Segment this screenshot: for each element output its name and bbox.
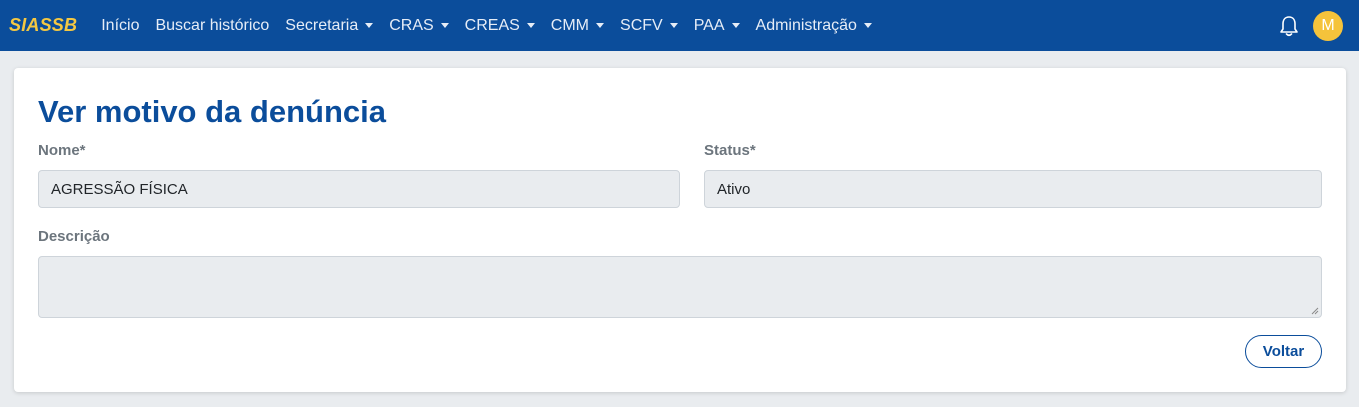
nav-item-administração[interactable]: Administração	[756, 17, 872, 35]
top-navbar: SIASSB Início Buscar histórico Secretaria C…	[0, 0, 1359, 51]
chevron-down-icon	[669, 23, 678, 28]
nav-item-label: CMM	[550, 16, 590, 34]
bell-icon[interactable]	[1279, 15, 1299, 37]
chevron-down-icon	[863, 23, 872, 28]
nav-item-secretaria[interactable]: Secretaria	[285, 16, 374, 35]
chevron-down-icon	[596, 23, 605, 28]
descricao-label: Descrição	[38, 228, 110, 245]
resize-handle-icon[interactable]	[1311, 307, 1319, 315]
nav-item-label: CRAS	[389, 16, 434, 34]
page-title: Ver motivo da denúncia	[38, 94, 386, 129]
status-field[interactable]: Ativo	[704, 170, 1322, 208]
nav-item-label: Início	[101, 16, 140, 34]
status-label: Status*	[704, 142, 756, 159]
nome-field[interactable]: AGRESSÃO FÍSICA	[38, 170, 680, 208]
nav-menu: Início Buscar histórico Secretaria CRAS CREA…	[101, 17, 888, 35]
nav-item-label: Buscar histórico	[155, 16, 270, 34]
nav-item-scfv[interactable]: SCFV	[620, 17, 678, 35]
nav-item-início[interactable]: Início	[101, 17, 139, 35]
chevron-down-icon	[365, 23, 374, 28]
nav-right: M	[1279, 10, 1359, 41]
descricao-textarea[interactable]	[38, 256, 1322, 318]
nav-item-creas[interactable]: CREAS	[465, 17, 535, 35]
chevron-down-icon	[526, 23, 535, 28]
nav-item-label: PAA	[693, 16, 725, 34]
user-avatar[interactable]: M	[1313, 10, 1343, 41]
back-button[interactable]: Voltar	[1245, 335, 1322, 368]
chevron-down-icon	[731, 23, 740, 28]
nome-value: AGRESSÃO FÍSICA	[51, 180, 188, 198]
content-card: Ver motivo da denúncia Nome* AGRESSÃO FÍ…	[14, 68, 1346, 392]
status-value: Ativo	[717, 180, 751, 198]
nav-item-label: Administração	[755, 16, 857, 34]
nav-item-label: Secretaria	[285, 16, 359, 34]
nav-item-label: CREAS	[464, 16, 520, 34]
nav-item-buscar-histórico[interactable]: Buscar histórico	[155, 17, 269, 35]
nav-item-paa[interactable]: PAA	[694, 17, 740, 35]
chevron-down-icon	[440, 23, 449, 28]
nome-label: Nome*	[38, 142, 86, 159]
nav-item-cmm[interactable]: CMM	[550, 16, 605, 35]
nav-item-label: SCFV	[620, 16, 663, 34]
nav-item-cras[interactable]: CRAS	[389, 16, 449, 35]
brand-logo[interactable]: SIASSB	[9, 15, 77, 36]
